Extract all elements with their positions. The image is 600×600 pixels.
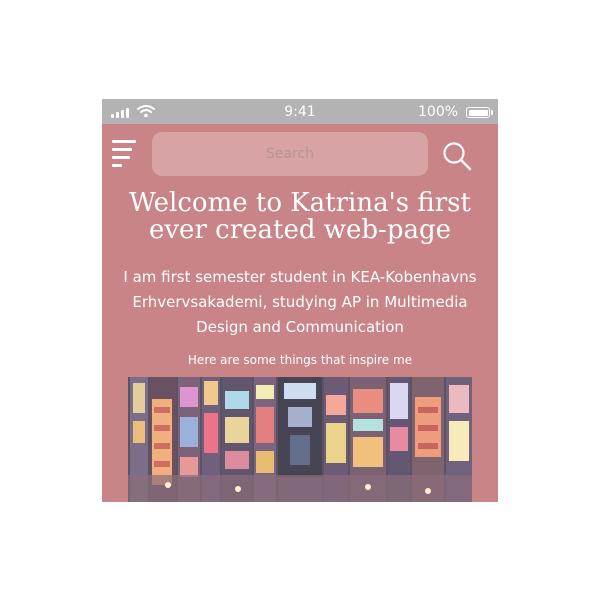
- battery-icon: [466, 107, 493, 118]
- cellular-signal-icon: [111, 107, 129, 118]
- status-bar: 9:41 100%: [102, 99, 498, 124]
- inspire-caption: Here are some things that inspire me: [187, 353, 413, 367]
- search-input[interactable]: [152, 132, 428, 176]
- wifi-icon: [137, 105, 155, 118]
- page-title: Welcome to Katrina's first ever created …: [129, 188, 471, 245]
- hamburger-menu-icon[interactable]: [112, 140, 136, 170]
- intro-text: I am first semester student in KEA-Koben…: [123, 268, 477, 336]
- battery-percent: 100%: [418, 104, 459, 120]
- city-night-photo: [128, 377, 472, 502]
- phone-screen: 9:41 100% Welcome to Katrina's first eve…: [102, 99, 498, 502]
- status-time: 9:41: [284, 104, 316, 120]
- magnifier-icon[interactable]: [442, 141, 472, 171]
